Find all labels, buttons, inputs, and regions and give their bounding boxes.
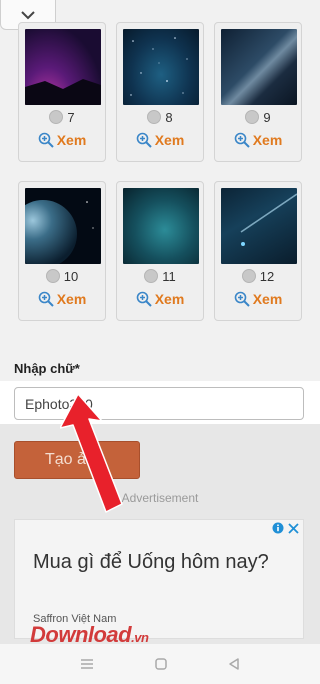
template-radio[interactable]	[147, 110, 162, 124]
zoom-in-icon	[234, 132, 250, 148]
template-number: 8	[165, 109, 173, 125]
template-image[interactable]	[123, 188, 199, 264]
zoom-in-icon	[136, 132, 152, 148]
view-link[interactable]: Xem	[215, 290, 301, 308]
view-link[interactable]: Xem	[19, 290, 105, 308]
zoom-in-icon	[38, 132, 54, 148]
template-number: 10	[63, 268, 79, 284]
template-image[interactable]	[221, 29, 297, 105]
template-image[interactable]	[221, 188, 297, 264]
zoom-in-icon	[38, 291, 54, 307]
template-radio[interactable]	[45, 269, 60, 283]
view-label: Xem	[252, 291, 283, 307]
view-label: Xem	[56, 291, 87, 307]
zoom-in-icon	[234, 291, 250, 307]
view-label: Xem	[154, 291, 185, 307]
template-card: 12 Xem	[214, 181, 302, 321]
create-image-button[interactable]: Tạo ảnh	[14, 441, 140, 479]
ad-label: Advertisement	[121, 491, 199, 505]
ad-banner[interactable]: Mua gì để Uống hôm nay? Saffron Việt Nam	[14, 519, 304, 639]
close-icon[interactable]	[288, 522, 299, 534]
template-image[interactable]	[123, 29, 199, 105]
template-radio[interactable]	[241, 269, 256, 283]
template-number: 9	[263, 109, 271, 125]
template-number: 12	[259, 268, 275, 284]
back-icon[interactable]	[227, 657, 241, 671]
template-number: 11	[162, 268, 176, 284]
menu-icon[interactable]	[79, 658, 95, 670]
view-link[interactable]: Xem	[215, 131, 301, 149]
chevron-down-icon	[21, 10, 35, 19]
template-card: 9 Xem	[214, 22, 302, 162]
template-card: 10 Xem	[18, 181, 106, 321]
view-label: Xem	[154, 132, 185, 148]
template-card: 8 Xem	[116, 22, 204, 162]
view-label: Xem	[56, 132, 87, 148]
text-field-label: Nhập chữ*	[14, 361, 80, 376]
ad-controls	[272, 522, 299, 534]
template-number: 7	[67, 109, 75, 125]
template-image[interactable]	[25, 188, 101, 264]
view-link[interactable]: Xem	[117, 131, 203, 149]
info-icon[interactable]	[272, 522, 284, 534]
zoom-in-icon	[136, 291, 152, 307]
watermark-suffix: .vn	[131, 630, 149, 645]
template-card: 11 Xem	[116, 181, 204, 321]
template-radio[interactable]	[245, 110, 260, 124]
text-input[interactable]	[14, 387, 304, 420]
template-card: 7 Xem	[18, 22, 106, 162]
view-link[interactable]: Xem	[117, 290, 203, 308]
view-link[interactable]: Xem	[19, 131, 105, 149]
view-label: Xem	[252, 132, 283, 148]
system-nav-bar	[0, 644, 320, 684]
ad-headline: Mua gì để Uống hôm nay?	[33, 551, 269, 573]
template-radio[interactable]	[144, 269, 159, 283]
template-image[interactable]	[25, 29, 101, 105]
home-icon[interactable]	[154, 657, 168, 671]
template-radio[interactable]	[49, 110, 64, 124]
